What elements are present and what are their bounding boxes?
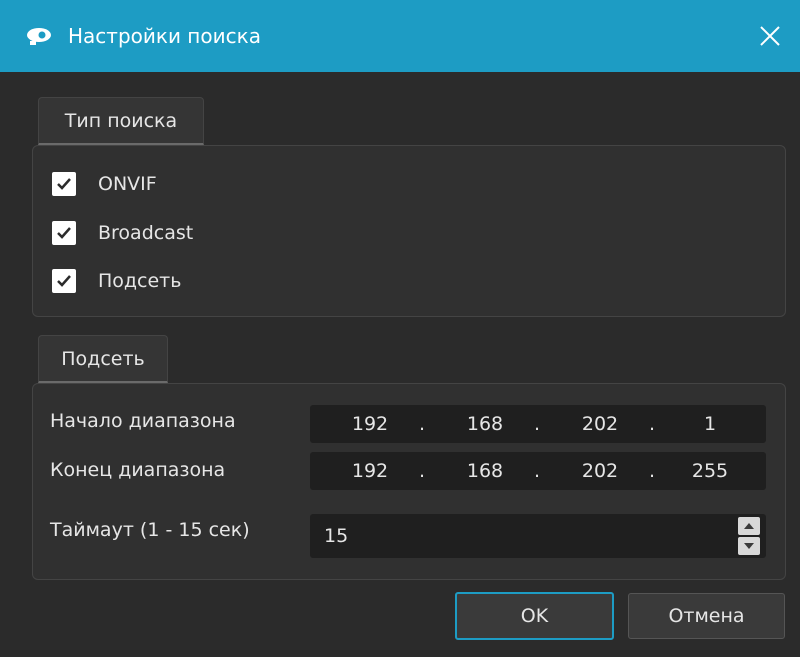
tab-subnet-label: Подсеть	[61, 347, 145, 370]
timeout-label: Таймаут (1 - 15 сек)	[50, 519, 250, 541]
tab-subnet[interactable]: Подсеть	[38, 335, 168, 383]
timeout-value[interactable]: 15	[324, 514, 348, 558]
camera-icon	[27, 28, 51, 45]
range-start-octet-2[interactable]: 168	[445, 405, 525, 443]
broadcast-label: Broadcast	[98, 222, 194, 244]
subnet-label: Подсеть	[98, 270, 182, 292]
tab-search-type-label: Тип поиска	[64, 109, 178, 132]
range-end-octet-3[interactable]: 202	[560, 452, 640, 490]
ip-dot: .	[533, 413, 541, 435]
cancel-button[interactable]: Отмена	[628, 593, 785, 639]
close-button[interactable]	[740, 14, 800, 58]
timeout-spinbox[interactable]: 15	[310, 514, 766, 558]
range-end-ip-input[interactable]: 192 . 168 . 202 . 255	[310, 452, 766, 490]
option-onvif[interactable]: ONVIF	[52, 170, 157, 198]
ok-button[interactable]: OK	[455, 592, 614, 640]
checkmark-icon	[57, 178, 71, 190]
onvif-label: ONVIF	[98, 173, 157, 195]
checkmark-icon	[57, 227, 71, 239]
tab-search-type[interactable]: Тип поиска	[38, 97, 204, 145]
close-icon	[760, 26, 780, 46]
arrow-up-icon	[744, 523, 754, 529]
arrow-down-icon	[744, 543, 754, 549]
option-subnet[interactable]: Подсеть	[52, 267, 181, 295]
range-end-label: Конец диапазона	[50, 459, 226, 481]
ip-dot: .	[648, 460, 656, 482]
range-end-octet-2[interactable]: 168	[445, 452, 525, 490]
ok-button-label: OK	[520, 605, 549, 627]
timeout-up-button[interactable]	[738, 517, 760, 535]
range-start-octet-4[interactable]: 1	[670, 405, 750, 443]
checkmark-icon	[57, 275, 71, 287]
range-start-label: Начало диапазона	[50, 410, 236, 432]
ip-dot: .	[418, 460, 426, 482]
broadcast-checkbox[interactable]	[52, 221, 76, 245]
range-end-octet-1[interactable]: 192	[330, 452, 410, 490]
option-broadcast[interactable]: Broadcast	[52, 219, 193, 247]
range-start-octet-1[interactable]: 192	[330, 405, 410, 443]
ip-dot: .	[648, 413, 656, 435]
subnet-checkbox[interactable]	[52, 269, 76, 293]
title-bar: Настройки поиска	[0, 0, 800, 72]
window-title: Настройки поиска	[68, 24, 261, 48]
range-start-ip-input[interactable]: 192 . 168 . 202 . 1	[310, 405, 766, 443]
cancel-button-label: Отмена	[668, 605, 745, 627]
onvif-checkbox[interactable]	[52, 172, 76, 196]
timeout-down-button[interactable]	[738, 537, 760, 555]
range-start-octet-3[interactable]: 202	[560, 405, 640, 443]
ip-dot: .	[533, 460, 541, 482]
ip-dot: .	[418, 413, 426, 435]
range-end-octet-4[interactable]: 255	[670, 452, 750, 490]
